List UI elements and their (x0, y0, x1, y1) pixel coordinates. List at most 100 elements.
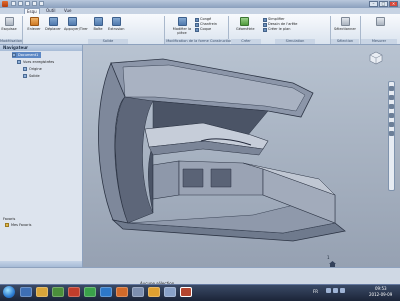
create-plane-tool[interactable]: Créer le plan (263, 27, 297, 32)
steering-wheel-icon[interactable] (389, 131, 394, 136)
group-label-construction: Construction (210, 39, 233, 44)
sketch-button-label: Esquisse (1, 27, 17, 31)
move-button[interactable]: Déplacer (45, 17, 61, 31)
navigation-bar[interactable] (388, 81, 395, 191)
geometry-icon (239, 17, 249, 26)
remove-button-label: Enlever (27, 27, 41, 31)
clock-date[interactable]: 2012-09-09 (369, 292, 392, 297)
orbit-icon[interactable] (389, 86, 394, 91)
favorites-item-label: Mes Favoris (11, 223, 32, 227)
ie-icon[interactable] (20, 287, 32, 297)
tree-item-solid[interactable]: Solide (23, 73, 40, 79)
remove-button[interactable]: Enlever (26, 17, 42, 31)
push-pull-button[interactable]: Appuyer/Tirer (64, 17, 88, 31)
create-plane-label: Créer le plan (268, 27, 291, 31)
create-plane-icon (263, 27, 267, 32)
media-player-icon[interactable] (52, 287, 64, 297)
select-button[interactable]: Sélectionner (334, 17, 356, 31)
tree-item-document[interactable]: Document1 (12, 52, 42, 58)
close-button[interactable]: × (389, 1, 398, 7)
box-icon (93, 17, 103, 26)
tree-item-origin[interactable]: Origine (23, 66, 42, 72)
model-lower-block-left (152, 160, 180, 200)
tree-item-label: Document1 (18, 53, 39, 57)
app-logo-icon[interactable] (2, 1, 8, 7)
geometry-button[interactable]: Géométrie (236, 17, 255, 31)
maximize-button[interactable]: □ (379, 1, 388, 7)
saved-views-icon (17, 60, 21, 64)
app-window-icon[interactable] (164, 287, 176, 297)
language-indicator[interactable]: FR (313, 289, 318, 294)
firefox-icon[interactable] (68, 287, 80, 297)
viewcube-icon[interactable] (369, 51, 383, 65)
move-icon (48, 17, 58, 26)
measure-icon (375, 17, 385, 26)
new-file-icon[interactable] (11, 1, 16, 6)
look-at-icon[interactable] (389, 113, 394, 118)
app-yellow-icon[interactable] (148, 287, 160, 297)
model-slot-left (182, 168, 204, 188)
tree-item-saved-views[interactable]: Vues enregistrées (17, 59, 54, 65)
3d-viewport[interactable]: 1 (83, 45, 400, 267)
move-button-label: Déplacer (45, 27, 61, 31)
quick-access-toolbar (11, 1, 44, 6)
group-label-simulation: Simulation (275, 39, 315, 44)
simplify-icon (263, 17, 267, 22)
sketch-button[interactable]: Esquisse (1, 17, 17, 31)
explorer-icon[interactable] (36, 287, 48, 297)
create-small-tools: Simplifier Dessin de l'arête Créer le pl… (263, 17, 297, 32)
redo-icon[interactable] (39, 1, 44, 6)
group-label-measure: Mesurer (361, 39, 397, 44)
save-icon[interactable] (25, 1, 30, 6)
status-bar (0, 267, 400, 285)
folder-icon (23, 67, 27, 71)
part-icon (12, 53, 16, 57)
open-file-icon[interactable] (18, 1, 23, 6)
view-count: 1 (327, 255, 330, 260)
network-icon[interactable] (326, 288, 331, 293)
shell-tool[interactable]: Coque (195, 27, 217, 32)
pan-icon[interactable] (389, 95, 394, 100)
favorites-item[interactable]: Mes Favoris (5, 223, 31, 227)
minimize-button[interactable]: – (369, 1, 378, 7)
undo-icon[interactable] (32, 1, 37, 6)
tree-item-label: Origine (29, 67, 42, 71)
select-icon (340, 17, 350, 26)
cad-model[interactable] (83, 45, 400, 267)
browser-panel: Navigateur Document1 Vues enregistrées O… (0, 45, 83, 267)
clock-time[interactable]: 09:53 (375, 286, 387, 291)
sketch-icon (4, 17, 14, 26)
app-blue-icon[interactable] (100, 287, 112, 297)
box-button-label: Boîte (93, 27, 103, 31)
select-button-label: Sélectionner (334, 27, 356, 31)
group-label-create: Créer (231, 39, 261, 44)
measure-button[interactable] (372, 17, 388, 27)
cad-app-icon[interactable] (180, 287, 192, 297)
flag-icon[interactable] (340, 288, 345, 293)
folder-icon (23, 74, 27, 78)
favorites-title: Favoris (3, 217, 16, 221)
app-gray-icon[interactable] (132, 287, 144, 297)
box-button[interactable]: Boîte (90, 17, 106, 31)
zoom-all-icon[interactable] (389, 122, 394, 127)
shell-icon (195, 27, 199, 32)
edge-drawing-icon (263, 22, 267, 27)
zoom-icon[interactable] (389, 104, 394, 109)
push-pull-button-label: Appuyer/Tirer (64, 27, 88, 31)
extrude-icon (111, 17, 121, 26)
star-icon (5, 223, 9, 227)
app-green-icon[interactable] (84, 287, 96, 297)
model-slot-right (210, 168, 232, 188)
modify-part-icon (177, 17, 187, 26)
ribbon: Esquisse Enlever Déplacer Appuyer/Tirer … (0, 14, 400, 45)
modify-part-button[interactable]: Modifier la pièce (168, 17, 196, 35)
extrude-button[interactable]: Extrusion (108, 17, 124, 31)
volume-icon[interactable] (333, 288, 338, 293)
tree-item-label: Vues enregistrées (23, 60, 55, 64)
geometry-button-label: Géométrie (236, 27, 255, 31)
browser-title: Navigateur (0, 45, 82, 51)
app-orange-icon[interactable] (116, 287, 128, 297)
tree-item-label: Solide (29, 74, 40, 78)
group-label-modeling: Modélisation (0, 39, 23, 44)
start-button-icon[interactable] (3, 286, 15, 298)
